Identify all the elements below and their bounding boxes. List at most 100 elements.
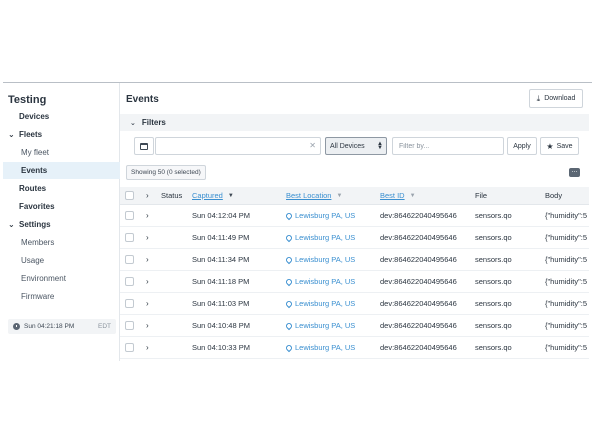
download-button[interactable]: ⤓ Download xyxy=(529,89,583,108)
sidebar-item-usage[interactable]: Usage xyxy=(3,252,120,269)
sidebar-item-label: Routes xyxy=(19,184,47,193)
sidebar-item-favorites[interactable]: Favorites xyxy=(3,198,120,215)
row-checkbox[interactable] xyxy=(125,277,134,286)
row-location-label[interactable]: Lewisburg PA, US xyxy=(295,233,355,242)
row-captured: Sun 04:12:04 PM xyxy=(192,211,250,220)
row-checkbox[interactable] xyxy=(125,211,134,220)
more-options-button[interactable]: ... xyxy=(569,167,580,177)
chevron-right-icon[interactable]: › xyxy=(146,299,149,308)
select-all-checkbox[interactable] xyxy=(125,191,134,200)
row-file: sensors.qo xyxy=(475,277,512,286)
sidebar-item-devices[interactable]: Devices xyxy=(3,108,120,125)
row-select-cell xyxy=(125,249,134,270)
chevron-right-icon[interactable]: › xyxy=(146,321,149,330)
sidebar-item-members[interactable]: Members xyxy=(3,234,120,251)
location-pin-icon xyxy=(284,211,294,220)
expand-all-cell: › xyxy=(146,187,149,204)
row-location-label[interactable]: Lewisburg PA, US xyxy=(295,343,355,352)
sidebar-item-fleets[interactable]: ⌄ Fleets xyxy=(3,126,120,143)
location-pin-icon xyxy=(284,299,294,308)
row-location[interactable]: Lewisburg PA, US xyxy=(284,271,355,292)
sidebar-item-my-fleet[interactable]: My fleet xyxy=(3,144,120,161)
filters-toggle[interactable]: ⌄ Filters xyxy=(120,114,589,131)
sidebar: Testing Devices ⌄ Fleets My fleet Events Rout… xyxy=(3,83,120,361)
filter-input[interactable] xyxy=(392,137,504,155)
chevron-right-icon[interactable]: › xyxy=(146,255,149,264)
sidebar-item-label: Favorites xyxy=(19,202,55,211)
table-row[interactable]: › Sun 04:10:48 PM Lewisburg PA, US dev:8646… xyxy=(120,315,589,337)
row-body: {"humidity":5 xyxy=(545,211,588,220)
row-checkbox[interactable] xyxy=(125,233,134,242)
row-location[interactable]: Lewisburg PA, US xyxy=(284,227,355,248)
table-row[interactable]: › Sun 04:11:34 PM Lewisburg PA, US dev:8646… xyxy=(120,249,589,271)
column-file-label: File xyxy=(475,191,488,200)
table-row[interactable]: › Sun 04:10:33 PM Lewisburg PA, US dev:8646… xyxy=(120,337,589,359)
table-row[interactable]: › Sun 04:11:49 PM Lewisburg PA, US dev:8646… xyxy=(120,227,589,249)
sidebar-item-label: Environment xyxy=(21,274,66,283)
column-captured-label[interactable]: Captured xyxy=(192,191,223,200)
column-status-label: Status xyxy=(161,191,183,200)
row-expand-cell: › xyxy=(146,227,149,248)
sidebar-item-label: Firmware xyxy=(21,292,55,301)
save-button[interactable]: ★ Save xyxy=(540,137,579,155)
column-best-location[interactable]: Best Location ▼ xyxy=(286,187,342,204)
date-picker-button[interactable] xyxy=(134,137,154,155)
column-best-id[interactable]: Best ID ▼ xyxy=(380,187,416,204)
device-select[interactable]: All Devices ▲ ▼ xyxy=(325,137,387,155)
row-location-label[interactable]: Lewisburg PA, US xyxy=(295,277,355,286)
chevron-right-icon[interactable]: › xyxy=(146,191,149,200)
chevron-down-icon: ⌄ xyxy=(8,220,15,229)
row-location[interactable]: Lewisburg PA, US xyxy=(284,249,355,270)
row-location-label[interactable]: Lewisburg PA, US xyxy=(295,321,355,330)
row-location-label[interactable]: Lewisburg PA, US xyxy=(295,211,355,220)
sidebar-item-label: Events xyxy=(21,166,48,175)
table-row[interactable]: › Sun 04:11:03 PM Lewisburg PA, US dev:8646… xyxy=(120,293,589,315)
row-location[interactable]: Lewisburg PA, US xyxy=(284,315,355,336)
row-location[interactable]: Lewisburg PA, US xyxy=(284,205,355,226)
clock-timezone: EDT xyxy=(98,323,111,330)
row-file: sensors.qo xyxy=(475,233,512,242)
row-file: sensors.qo xyxy=(475,255,512,264)
row-file: sensors.qo xyxy=(475,321,512,330)
chevron-right-icon[interactable]: › xyxy=(146,211,149,220)
row-checkbox[interactable] xyxy=(125,343,134,352)
filters-label: Filters xyxy=(141,118,166,127)
table-row[interactable]: › Sun 04:12:04 PM Lewisburg PA, US dev:8646… xyxy=(120,205,589,227)
location-pin-icon xyxy=(284,321,294,330)
clock-icon xyxy=(13,323,20,330)
row-location[interactable]: Lewisburg PA, US xyxy=(284,337,355,358)
row-body: {"humidity":5 xyxy=(545,233,588,242)
sidebar-item-events[interactable]: Events xyxy=(3,162,120,179)
save-label: Save xyxy=(556,142,573,150)
sidebar-item-routes[interactable]: Routes xyxy=(3,180,120,197)
row-best-id: dev:864622040495646 xyxy=(380,299,457,308)
row-select-cell xyxy=(125,205,134,226)
row-best-id: dev:864622040495646 xyxy=(380,233,457,242)
date-range-input[interactable]: ✕ xyxy=(155,137,321,155)
row-location-label[interactable]: Lewisburg PA, US xyxy=(295,299,355,308)
row-expand-cell: › xyxy=(146,249,149,270)
apply-button[interactable]: Apply xyxy=(507,137,537,155)
row-captured: Sun 04:11:18 PM xyxy=(192,277,250,286)
row-body: {"humidity":5 xyxy=(545,343,588,352)
sidebar-item-firmware[interactable]: Firmware xyxy=(3,288,120,305)
column-best-id-label[interactable]: Best ID xyxy=(380,191,405,200)
download-icon: ⤓ xyxy=(536,93,541,103)
clear-icon[interactable]: ✕ xyxy=(309,141,316,150)
chevron-right-icon[interactable]: › xyxy=(146,343,149,352)
sidebar-item-settings[interactable]: ⌄ Settings xyxy=(3,216,120,233)
sort-icon: ▼ xyxy=(409,192,416,199)
row-best-id: dev:864622040495646 xyxy=(380,255,457,264)
chevron-right-icon[interactable]: › xyxy=(146,233,149,242)
chevron-right-icon[interactable]: › xyxy=(146,277,149,286)
column-captured[interactable]: Captured ▼ xyxy=(192,187,234,204)
clock: Sun 04:21:18 PM EDT xyxy=(8,319,116,334)
row-checkbox[interactable] xyxy=(125,299,134,308)
row-checkbox[interactable] xyxy=(125,321,134,330)
column-best-location-label[interactable]: Best Location xyxy=(286,191,331,200)
row-location[interactable]: Lewisburg PA, US xyxy=(284,293,355,314)
table-row[interactable]: › Sun 04:11:18 PM Lewisburg PA, US dev:8646… xyxy=(120,271,589,293)
sidebar-item-environment[interactable]: Environment xyxy=(3,270,120,287)
row-location-label[interactable]: Lewisburg PA, US xyxy=(295,255,355,264)
row-checkbox[interactable] xyxy=(125,255,134,264)
